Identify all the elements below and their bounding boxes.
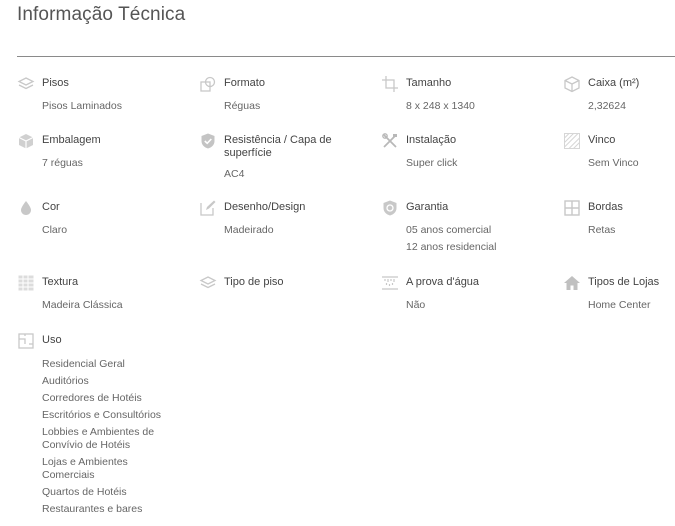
drop-icon [17,199,35,217]
texture-icon [17,274,35,292]
spec-value: Sem Vinco [588,157,639,169]
spec-value: 05 anos comercial [406,224,492,236]
spec-value: Madeira Clássica [42,299,123,311]
floor-plan-icon [17,332,35,350]
spec-value: Auditórios [42,375,89,387]
spec-value: Super click [406,157,458,169]
spec-label: Resistência / Capa de superfície [224,134,332,159]
tools-icon [381,132,399,150]
spec-label: Tamanho [406,77,452,89]
shapes-icon [199,75,217,93]
spec-label: Vinco [588,134,616,146]
spec-value: 8 x 248 x 1340 [406,100,475,112]
spec-value: AC4 [224,168,245,180]
spec-label: Caixa (m²) [588,77,640,89]
hatch-pattern-icon [563,132,581,150]
spec-label: Tipos de Lojas [588,276,660,288]
spec-label: Pisos [42,77,69,89]
layers-icon [17,75,35,93]
spec-label: Garantia [406,201,449,213]
box-icon [563,75,581,93]
spec-value: Restaurantes e bares [42,503,143,515]
water-resistant-icon [381,274,399,292]
spec-label: Textura [42,276,79,288]
spec-value: 7 réguas [42,157,83,169]
page-title: Informação Técnica [17,4,186,25]
spec-value: Quartos de Hotéis [42,486,127,498]
spec-value: Claro [42,224,68,236]
spec-value: Não [406,299,426,311]
spec-label: Cor [42,201,60,213]
spec-value: Réguas [224,100,261,112]
spec-value: Retas [588,224,616,236]
spec-label: Instalação [406,134,457,146]
spec-label: Tipo de piso [224,276,284,288]
layers-icon [199,274,217,292]
shield-icon [381,199,399,217]
spec-value: Madeirado [224,224,274,236]
shield-check-icon [199,132,217,150]
spec-label: Bordas [588,201,623,213]
spec-value: 2,32624 [588,100,626,112]
title-divider [17,56,675,57]
spec-label: A prova d'água [406,276,480,288]
crop-icon [381,75,399,93]
spec-value: Pisos Laminados [42,100,122,112]
spec-value: Residencial Geral [42,358,125,370]
spec-value: 12 anos residencial [406,241,497,253]
spec-value: Escritórios e Consultórios [42,409,162,421]
spec-label: Uso [42,334,62,346]
spec-value: Lobbies e Ambientes de Convívio de Hotéi… [42,426,155,451]
spec-value: Lojas e Ambientes Comerciais [42,456,128,481]
package-icon [17,132,35,150]
edit-icon [199,199,217,217]
spec-value: Home Center [588,299,651,311]
spec-label: Formato [224,77,265,89]
home-icon [563,274,581,292]
grid-icon [563,199,581,217]
spec-value: Corredores de Hotéis [42,392,142,404]
spec-label: Embalagem [42,134,101,146]
spec-label: Desenho/Design [224,201,306,213]
